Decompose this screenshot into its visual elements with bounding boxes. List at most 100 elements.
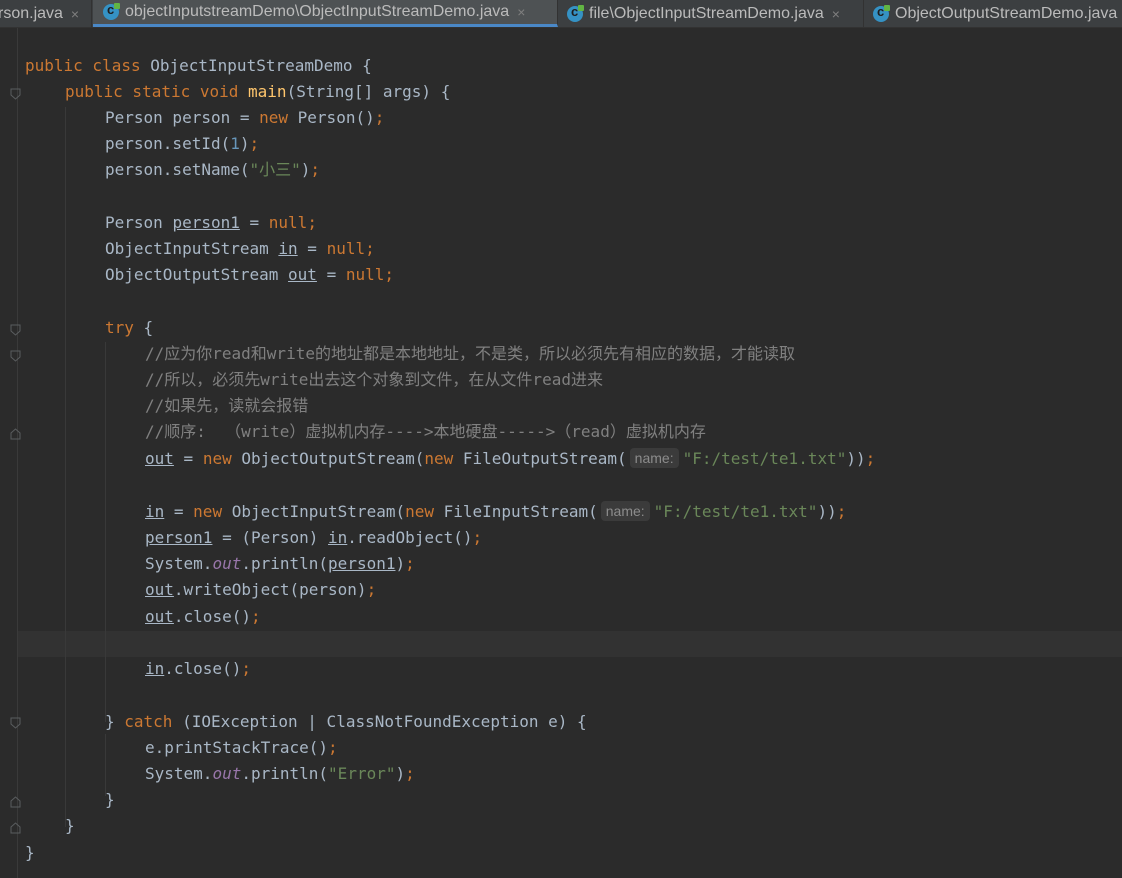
static-field: out bbox=[212, 764, 242, 783]
comment-line[interactable]: //如果先，读就会报错 bbox=[145, 393, 308, 419]
code-text: ObjectOutputStream( bbox=[241, 449, 425, 468]
code-line[interactable]: public static void main(String[] args) { bbox=[65, 79, 450, 105]
method-name: main bbox=[248, 82, 287, 101]
tab-objectoutputstreamdemo[interactable]: ObjectOutputStreamDemo.java bbox=[864, 0, 1122, 27]
code-text: .close() bbox=[173, 607, 251, 626]
reassigned-variable: out bbox=[145, 580, 174, 599]
reassigned-variable: person1 bbox=[328, 554, 396, 573]
code-text: ObjectInputStreamDemo { bbox=[150, 56, 372, 75]
code-line[interactable]: System.out.println(person1); bbox=[145, 551, 415, 577]
semicolon: ; bbox=[405, 554, 415, 573]
fold-icon[interactable] bbox=[10, 822, 21, 834]
code-line[interactable]: out.writeObject(person); bbox=[145, 577, 376, 603]
code-line[interactable]: person.setName("小三"); bbox=[105, 157, 320, 183]
keyword: new bbox=[424, 449, 463, 468]
semicolon: ; bbox=[865, 449, 876, 468]
java-class-icon bbox=[873, 4, 890, 22]
comment-line[interactable]: //顺序: （write）虚拟机内存---->本地硬盘----->（read）虚… bbox=[145, 419, 706, 445]
code-line[interactable]: in.close(); bbox=[145, 656, 251, 682]
code-text: .println( bbox=[241, 764, 329, 783]
code-line[interactable]: } catch (IOException | ClassNotFoundExce… bbox=[105, 709, 587, 735]
indent-guide bbox=[65, 107, 66, 827]
code-text: FileInputStream( bbox=[443, 502, 598, 521]
code-line[interactable]: ObjectOutputStream out = null; bbox=[105, 262, 394, 288]
code-text: ObjectInputStream( bbox=[231, 502, 406, 521]
closing-brace: } bbox=[65, 816, 75, 835]
tab-person-java[interactable]: rson.java × bbox=[0, 0, 92, 27]
code-line[interactable]: } bbox=[25, 840, 35, 866]
code-text: } bbox=[105, 712, 125, 731]
code-line[interactable]: Person person1 = null; bbox=[105, 210, 317, 236]
close-icon[interactable]: × bbox=[832, 6, 840, 22]
tab-objectinputstreamdemo-active[interactable]: objectInputstreamDemo\ObjectInputStreamD… bbox=[93, 0, 558, 27]
keyword: null bbox=[326, 239, 366, 258]
code-line[interactable]: out.close(); bbox=[145, 604, 261, 630]
fold-icon[interactable] bbox=[10, 428, 21, 440]
code-text: person.setName( bbox=[105, 160, 250, 179]
semicolon: ; bbox=[249, 134, 260, 153]
code-text: ) bbox=[300, 160, 311, 179]
closing-brace: } bbox=[25, 843, 35, 862]
code-line[interactable]: Person person = new Person(); bbox=[105, 105, 384, 131]
code-text: = bbox=[316, 265, 346, 284]
code-text: )) bbox=[846, 449, 866, 468]
keyword: public class bbox=[25, 56, 151, 75]
code-text: person.setId( bbox=[105, 134, 231, 153]
reassigned-variable: person1 bbox=[172, 213, 240, 232]
code-text: (IOException | ClassNotFoundException e)… bbox=[182, 712, 587, 731]
keyword: new bbox=[202, 449, 242, 468]
fold-icon[interactable] bbox=[10, 324, 21, 336]
reassigned-variable: in bbox=[145, 659, 165, 678]
semicolon: ; bbox=[836, 502, 847, 521]
string-literal: "Error" bbox=[328, 764, 396, 783]
tab-label: objectInputstreamDemo\ObjectInputStreamD… bbox=[125, 3, 510, 20]
semicolon: ; bbox=[328, 738, 338, 757]
code-line[interactable]: person.setId(1); bbox=[105, 131, 259, 157]
code-line[interactable]: e.printStackTrace(); bbox=[145, 735, 338, 761]
tab-file-objectinputstreamdemo[interactable]: file\ObjectInputStreamDemo.java × bbox=[558, 0, 864, 27]
java-class-icon bbox=[567, 4, 584, 22]
parameter-hint: name: bbox=[629, 448, 679, 468]
keyword: public static void bbox=[65, 82, 249, 101]
code-line[interactable]: out = new ObjectOutputStream(new FileOut… bbox=[145, 446, 875, 472]
static-field: out bbox=[212, 554, 242, 573]
code-line[interactable]: person1 = (Person) in.readObject(); bbox=[145, 525, 482, 551]
comment-line[interactable]: //应为你read和write的地址都是本地地址，不是类，所以必须先有相应的数据… bbox=[145, 341, 795, 367]
code-editor[interactable]: public class ObjectInputStreamDemo { pub… bbox=[0, 28, 1122, 878]
semicolon: ; bbox=[250, 607, 261, 626]
code-line[interactable]: } bbox=[65, 813, 75, 839]
code-text: Person() bbox=[297, 108, 375, 127]
code-line[interactable]: } bbox=[105, 787, 115, 813]
code-text: ) bbox=[239, 134, 250, 153]
semicolon: ; bbox=[405, 764, 415, 783]
close-icon[interactable]: × bbox=[517, 4, 525, 20]
comment-line[interactable]: //所以，必须先write出去这个对象到文件，在从文件read进来 bbox=[145, 367, 603, 393]
code-line[interactable]: public class ObjectInputStreamDemo { bbox=[25, 53, 372, 79]
close-icon[interactable]: × bbox=[71, 6, 79, 22]
editor-tab-bar: rson.java × objectInputstreamDemo\Object… bbox=[0, 0, 1122, 28]
reassigned-variable: in bbox=[328, 528, 348, 547]
keyword: catch bbox=[124, 712, 183, 731]
code-text: { bbox=[143, 318, 154, 337]
reassigned-variable: person1 bbox=[145, 528, 213, 547]
code-text: FileOutputStream( bbox=[462, 449, 627, 468]
code-text: .close() bbox=[164, 659, 242, 678]
semicolon: ; bbox=[241, 659, 251, 678]
fold-icon[interactable] bbox=[10, 88, 21, 100]
fold-icon[interactable] bbox=[10, 717, 21, 729]
java-class-icon bbox=[103, 2, 120, 20]
code-line[interactable]: ObjectInputStream in = null; bbox=[105, 236, 375, 262]
string-literal: "小三" bbox=[249, 160, 301, 179]
code-line[interactable]: in = new ObjectInputStream(new FileInput… bbox=[145, 499, 846, 525]
code-line[interactable]: try { bbox=[105, 315, 153, 341]
reassigned-variable: out bbox=[145, 449, 174, 468]
code-line[interactable]: System.out.println("Error"); bbox=[145, 761, 415, 787]
code-text: ObjectOutputStream bbox=[105, 265, 289, 284]
fold-icon[interactable] bbox=[10, 796, 21, 808]
code-text: .println( bbox=[241, 554, 329, 573]
code-text: System. bbox=[145, 554, 213, 573]
semicolon: ; bbox=[366, 580, 377, 599]
semicolon: ; bbox=[365, 239, 375, 258]
semicolon: ; bbox=[384, 265, 395, 284]
fold-icon[interactable] bbox=[10, 350, 21, 362]
